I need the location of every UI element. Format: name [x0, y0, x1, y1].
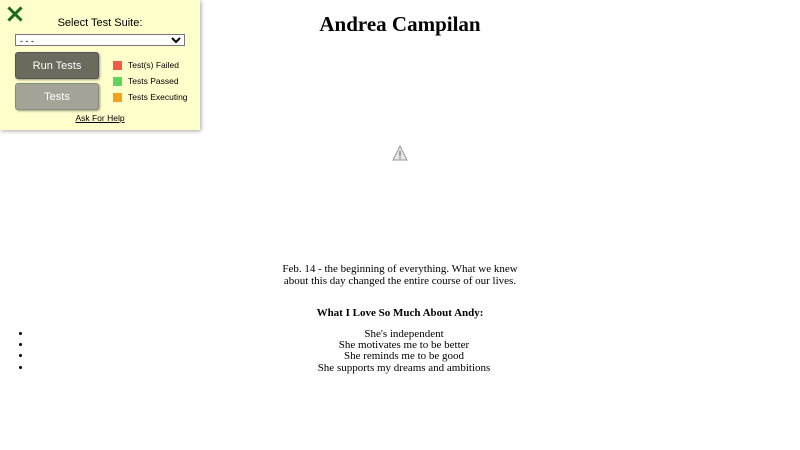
run-tests-button[interactable]: Run Tests [15, 52, 99, 79]
legend-swatch-executing [113, 92, 122, 102]
legend-label-failed: Test(s) Failed [128, 60, 180, 70]
test-suite-select[interactable]: - - - [15, 34, 185, 46]
love-list: She's independent She motivates me to be… [0, 328, 800, 374]
list-item: She supports my dreams and ambitions [32, 362, 776, 374]
legend-passed: Tests Passed [113, 73, 188, 89]
legend-executing: Tests Executing [113, 89, 188, 105]
legend-label-passed: Tests Passed [128, 76, 179, 86]
legend-swatch-passed [113, 76, 122, 86]
legend-label-executing: Tests Executing [128, 92, 188, 102]
broken-image-icon [392, 145, 408, 161]
intro-paragraph: Feb. 14 - the beginning of everything. W… [282, 263, 518, 287]
tests-button[interactable]: Tests [15, 83, 99, 110]
test-panel: Select Test Suite: - - - Run Tests Tests… [0, 0, 200, 130]
legend-failed: Test(s) Failed [113, 57, 188, 73]
love-heading: What I Love So Much About Andy: [316, 307, 484, 319]
select-suite-label: Select Test Suite: [57, 17, 143, 29]
status-legend: Test(s) Failed Tests Passed Tests Execut… [113, 57, 188, 105]
list-item: She reminds me to be good [32, 351, 776, 362]
ask-for-help-link[interactable]: Ask For Help [0, 113, 200, 123]
legend-swatch-failed [113, 60, 122, 70]
